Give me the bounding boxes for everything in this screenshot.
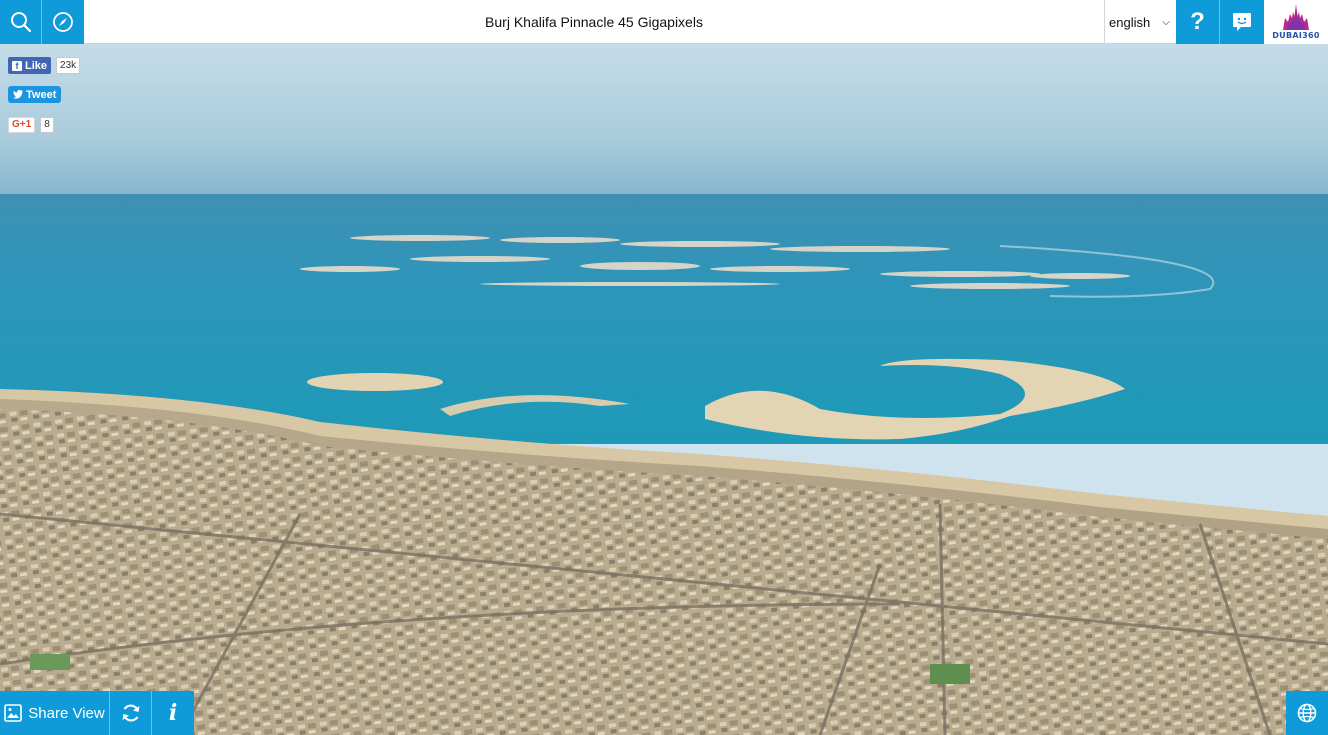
gplus-share: G+1 8 <box>8 117 54 133</box>
globe-button[interactable] <box>1286 691 1328 735</box>
tweet-button[interactable]: Tweet <box>8 86 62 103</box>
chevron-down-icon: ⌵ <box>1162 16 1170 28</box>
feedback-button[interactable] <box>1220 0 1264 44</box>
panorama-viewer: Burj Khalifa Pinnacle 45 Gigapixels engl… <box>0 0 1328 735</box>
facebook-like-count: 23k <box>56 57 81 74</box>
language-select[interactable]: english ⌵ <box>1104 0 1176 44</box>
page-title: Burj Khalifa Pinnacle 45 Gigapixels <box>485 14 703 30</box>
info-icon: i <box>168 700 178 726</box>
top-bar: Burj Khalifa Pinnacle 45 Gigapixels engl… <box>0 0 1328 44</box>
compass-icon <box>52 11 74 33</box>
facebook-like: f Like 23k <box>8 57 81 74</box>
refresh-button[interactable] <box>110 691 152 735</box>
facebook-icon: f <box>12 60 22 71</box>
dubai360-logo[interactable]: DUBAI360 <box>1264 0 1328 44</box>
tweet-label: Tweet <box>26 88 57 101</box>
search-button[interactable] <box>0 0 42 44</box>
share-view-button[interactable]: Share View <box>0 691 110 735</box>
refresh-icon <box>122 704 139 722</box>
twitter-icon <box>13 90 23 99</box>
facebook-like-button[interactable]: f Like <box>8 57 52 74</box>
share-image-icon <box>4 704 23 722</box>
facebook-like-label: Like <box>25 59 48 72</box>
logo-text: DUBAI360 <box>1272 31 1320 40</box>
compass-button[interactable] <box>42 0 84 44</box>
help-icon: ? <box>1190 8 1205 35</box>
panorama-image[interactable] <box>0 44 1328 735</box>
gplus-button[interactable]: G+1 <box>8 117 36 133</box>
help-button[interactable]: ? <box>1176 0 1220 44</box>
language-value: english <box>1109 14 1151 30</box>
feedback-icon <box>1231 11 1253 33</box>
logo-mark <box>1283 4 1309 30</box>
info-button[interactable]: i <box>152 691 194 735</box>
gplus-count: 8 <box>40 117 54 133</box>
share-view-label: Share View <box>28 704 105 722</box>
globe-icon <box>1297 703 1317 723</box>
search-icon <box>10 11 32 33</box>
